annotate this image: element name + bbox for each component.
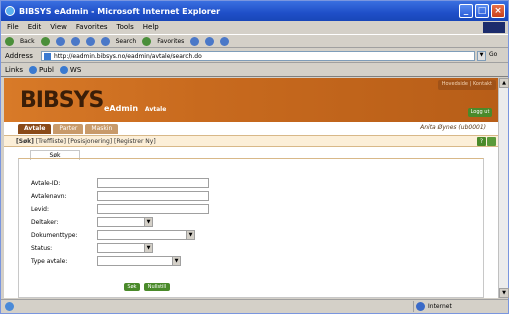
stop-icon[interactable]	[55, 36, 65, 46]
address-label: Address	[5, 51, 33, 60]
link-label: WS	[69, 66, 82, 74]
bibsys-logo: BIBSYS	[20, 88, 104, 113]
levid-label: Levid:	[31, 206, 49, 213]
close-button[interactable]: ×	[491, 4, 505, 18]
tab-maskin[interactable]: Maskin	[85, 124, 119, 134]
status-select[interactable]: ▼	[97, 243, 153, 253]
type-avtale-label: Type avtale:	[31, 258, 68, 265]
search-button[interactable]: Søk	[124, 283, 140, 291]
page-viewport: BIBSYS eAdmin Avtale Hovedside | Kontakt…	[4, 78, 498, 298]
security-zone: Internet	[413, 301, 493, 312]
page-status-icon	[5, 302, 14, 311]
link-icon	[28, 66, 37, 74]
help-icon[interactable]: ?	[477, 137, 486, 146]
chevron-down-icon: ▼	[186, 231, 194, 239]
page-banner: BIBSYS eAdmin Avtale Hovedside | Kontakt…	[4, 78, 498, 122]
menu-edit[interactable]: Edit	[28, 23, 42, 31]
ie-icon	[5, 6, 15, 16]
search-icon[interactable]	[100, 36, 110, 46]
scroll-down-icon[interactable]: ▼	[499, 288, 509, 298]
minimize-button[interactable]: _	[459, 4, 473, 18]
go-button[interactable]: Go	[489, 51, 497, 58]
dokumenttype-label: Dokumenttype:	[31, 232, 78, 239]
favorites-icon[interactable]	[142, 36, 152, 46]
scroll-up-icon[interactable]: ▲	[499, 78, 509, 88]
app-title: eAdmin Avtale	[104, 104, 166, 113]
info-icon[interactable]	[487, 137, 496, 146]
menu-file[interactable]: File	[7, 23, 19, 31]
back-button[interactable]: Back	[20, 38, 35, 45]
vertical-scrollbar[interactable]: ▲ ▼	[498, 78, 509, 298]
top-links[interactable]: Hovedside | Kontakt	[437, 80, 496, 90]
window-title: BIBSYS eAdmin - Microsoft Internet Explo…	[19, 6, 221, 16]
forward-icon[interactable]	[40, 36, 50, 46]
subnav-active[interactable]: [Søk]	[16, 138, 34, 145]
avtalenavn-label: Avtalenavn:	[31, 193, 67, 200]
main-tabs: Avtale Parter Maskin	[18, 124, 119, 134]
menu-view[interactable]: View	[50, 23, 67, 31]
link-icon	[59, 66, 68, 74]
dokumenttype-select[interactable]: ▼	[97, 230, 195, 240]
logout-button[interactable]: Logg ut	[468, 108, 492, 117]
tab-parter[interactable]: Parter	[53, 124, 84, 134]
page-icon	[44, 53, 51, 60]
home-icon[interactable]	[85, 36, 95, 46]
app-section: Avtale	[144, 106, 167, 113]
deltaker-label: Deltaker:	[31, 219, 59, 226]
sub-navigation: [Søk] [Treffliste] [Posisjonering] [Regi…	[4, 135, 498, 147]
chevron-down-icon: ▼	[144, 244, 152, 252]
address-input[interactable]: http://eadmin.bibsys.no/eadmin/avtale/se…	[41, 51, 475, 61]
menu-help[interactable]: Help	[143, 23, 159, 31]
address-bar: Address http://eadmin.bibsys.no/eadmin/a…	[1, 49, 508, 63]
maximize-button[interactable]: □	[475, 4, 489, 18]
menu-favorites[interactable]: Favorites	[76, 23, 108, 31]
title-bar: BIBSYS eAdmin - Microsoft Internet Explo…	[1, 1, 508, 21]
subnav-links[interactable]: [Treffliste] [Posisjonering] [Registrer …	[34, 138, 156, 145]
mail-icon[interactable]	[205, 36, 215, 46]
links-label: Links	[5, 66, 23, 74]
print-icon[interactable]	[220, 36, 230, 46]
current-user: Anita Øynes (ub0001)	[420, 124, 486, 131]
deltaker-select[interactable]: ▼	[97, 217, 153, 227]
link-publ[interactable]: Publ	[28, 66, 54, 74]
chevron-down-icon: ▼	[144, 218, 152, 226]
menu-bar: File Edit View Favorites Tools Help	[1, 21, 508, 33]
reset-button[interactable]: Nullstill	[144, 283, 170, 291]
refresh-icon[interactable]	[70, 36, 80, 46]
status-label: Status:	[31, 245, 53, 252]
menu-tools[interactable]: Tools	[117, 23, 134, 31]
levid-input[interactable]	[97, 204, 209, 214]
address-url: http://eadmin.bibsys.no/eadmin/avtale/se…	[54, 53, 202, 60]
search-panel	[18, 158, 484, 298]
status-bar: Internet	[1, 299, 508, 313]
history-icon[interactable]	[190, 36, 200, 46]
globe-icon	[416, 302, 425, 311]
app-name: eAdmin	[104, 104, 139, 113]
links-bar: Links Publ WS	[1, 64, 508, 77]
link-ws[interactable]: WS	[59, 66, 82, 74]
address-dropdown[interactable]: ▼	[477, 51, 486, 61]
avtale-id-input[interactable]	[97, 178, 209, 188]
browser-toolbar: Back Search Favorites	[1, 34, 508, 48]
search-button[interactable]: Search	[116, 38, 137, 45]
avtale-id-label: Avtale-ID:	[31, 180, 61, 187]
chevron-down-icon: ▼	[172, 257, 180, 265]
browser-window: BIBSYS eAdmin - Microsoft Internet Explo…	[0, 0, 509, 314]
tab-avtale[interactable]: Avtale	[18, 124, 52, 134]
avtalenavn-input[interactable]	[97, 191, 209, 201]
zone-label: Internet	[428, 303, 452, 310]
type-avtale-select[interactable]: ▼	[97, 256, 181, 266]
favorites-button[interactable]: Favorites	[157, 38, 184, 45]
windows-logo-icon	[483, 22, 505, 33]
link-label: Publ	[38, 66, 54, 74]
back-icon[interactable]	[5, 36, 14, 46]
